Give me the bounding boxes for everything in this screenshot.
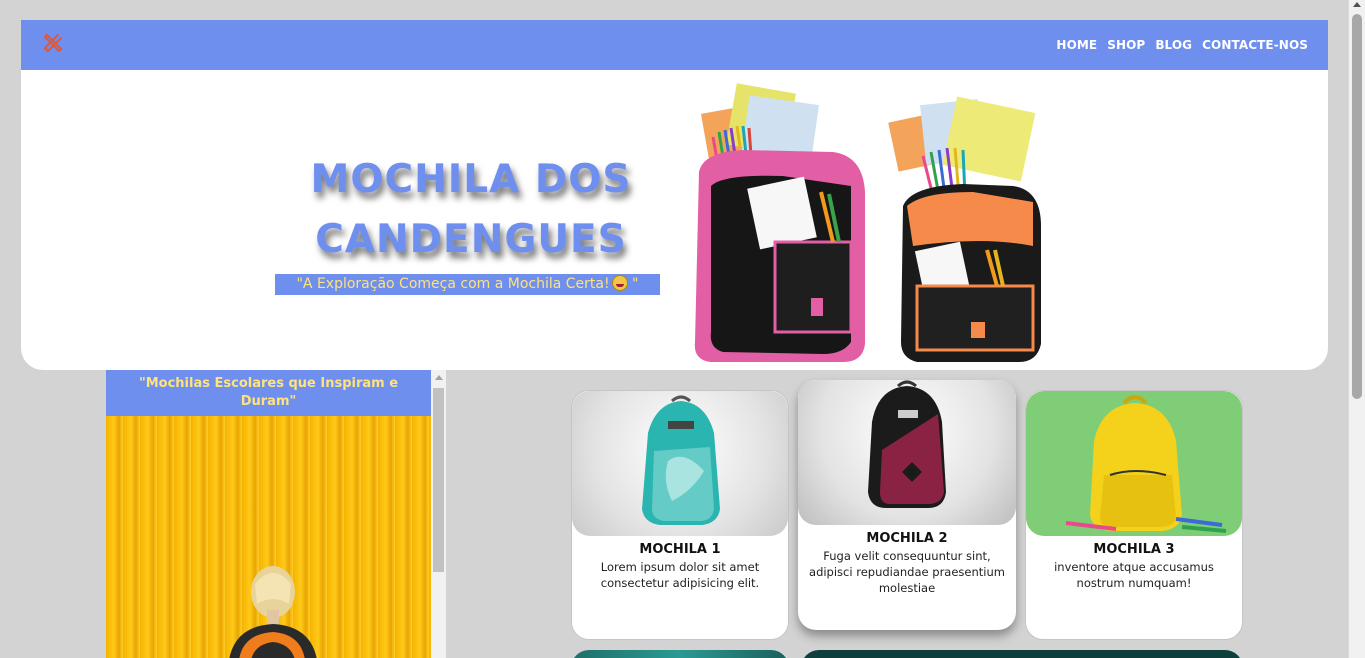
nav-contact-link[interactable]: CONTACTE-NOS <box>1202 38 1308 52</box>
star-struck-emoji-icon <box>611 275 628 291</box>
product-card-2[interactable]: MOCHILA 2 Fuga velit consequuntur sint, … <box>798 380 1016 630</box>
yellow-backpack-image <box>1026 391 1242 536</box>
product-description: inventore atque accusamus nostrum numqua… <box>1054 560 1214 590</box>
nav-blog-link[interactable]: BLOG <box>1155 38 1192 52</box>
product-card-4-peek[interactable] <box>571 650 789 658</box>
product-card-5-peek[interactable] <box>801 650 1243 658</box>
scroll-up-icon[interactable] <box>1353 2 1361 7</box>
hero-subtitle-text: "A Exploração Começa com a Mochila Certa… <box>296 276 610 292</box>
product-title: MOCHILA 3 <box>1093 542 1175 557</box>
site-header: HOME SHOP BLOG CONTACTE-NOS <box>21 20 1328 70</box>
hero-subtitle-end: " <box>627 276 639 292</box>
featured-panel: "Mochilas Escolares que Inspiram e Duram… <box>106 370 431 658</box>
main-nav: HOME SHOP BLOG CONTACTE-NOS <box>1056 38 1308 52</box>
product-description: Lorem ipsum dolor sit amet consectetur a… <box>600 560 760 590</box>
nav-shop-link[interactable]: SHOP <box>1107 38 1145 52</box>
nav-home-link[interactable]: HOME <box>1056 38 1097 52</box>
page-scrollbar-thumb[interactable] <box>1352 14 1362 399</box>
featured-photo <box>106 416 431 658</box>
product-card-1[interactable]: MOCHILA 1 Lorem ipsum dolor sit amet con… <box>571 390 789 640</box>
product-description: Fuga velit consequuntur sint, adipisci r… <box>809 549 1005 595</box>
product-card-3[interactable]: MOCHILA 3 inventore atque accusamus nost… <box>1025 390 1243 640</box>
hero-subtitle: "A Exploração Começa com a Mochila Certa… <box>275 274 660 295</box>
product-title: MOCHILA 1 <box>639 542 721 557</box>
teal-backpack-image <box>572 391 788 536</box>
backpacks-image <box>694 83 1041 362</box>
black-pink-backpack-image <box>798 380 1016 525</box>
page-scrollbar[interactable] <box>1348 0 1365 658</box>
product-title: MOCHILA 2 <box>866 531 948 546</box>
featured-scrollbar[interactable] <box>431 370 446 658</box>
scrollbar-thumb[interactable] <box>433 388 444 572</box>
hero-title: MOCHILA DOS CANDENGUES <box>310 157 632 262</box>
girl-backpack-image <box>229 566 317 658</box>
pencil-ruler-icon[interactable] <box>41 31 65 55</box>
featured-heading: "Mochilas Escolares que Inspiram e Duram… <box>106 370 431 416</box>
scroll-up-icon[interactable] <box>435 375 443 380</box>
hero-banner: MOCHILA DOS CANDENGUES "A Exploração Com… <box>21 70 1328 370</box>
